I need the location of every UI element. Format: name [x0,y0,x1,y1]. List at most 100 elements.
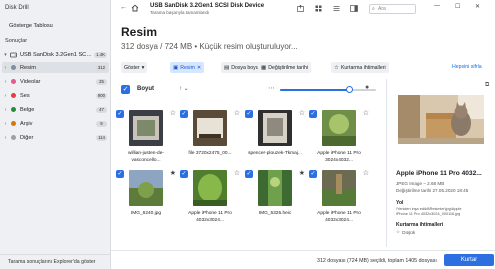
sidebar-item-label: Arşiv [20,120,33,127]
sidebar-item-device[interactable]: ▾ USB SanDisk 3.2Gen1 SCS... 1.4K [2,49,109,60]
sidebar-item-label: Gösterge Tablosu [9,22,53,29]
file-thumbnail[interactable] [193,170,227,206]
sort-direction-icon[interactable]: ↑ ⌄ [179,85,189,92]
other-icon [9,134,17,141]
search-input[interactable]: ⌕ Ara [369,4,416,14]
sidebar: Disk Drill Gösterge Tablosu Sonuçlar ▾ U… [0,0,111,269]
file-checkbox[interactable]: ✓ [245,110,253,118]
file-thumbnail[interactable] [129,170,163,206]
open-external-icon[interactable]: ⧉ [485,82,489,89]
preview-panel-icon[interactable] [349,4,359,13]
file-checkbox[interactable]: ✓ [245,170,253,178]
sidebar-item-dashboard[interactable]: Gösterge Tablosu [2,20,109,31]
preview-path: \Yeniden inşa edildi\Resimler\jpg\Apple [396,207,462,211]
file-checkbox[interactable]: ✓ [116,170,124,178]
maximize-icon[interactable]: ☐ [455,3,460,10]
slider-handle[interactable] [346,86,353,93]
sidebar-item-label: USB SanDisk 3.2Gen1 SCS... [20,51,95,58]
file-thumbnail[interactable] [193,110,227,146]
page-subtitle: 312 dosya / 724 MB • Küçük resim oluştur… [121,42,298,51]
file-name: willian-justen-de-vasconcello... [128,151,164,163]
chevron-right-icon[interactable]: › [2,79,9,85]
file-thumbnail[interactable] [129,110,163,146]
header: ← USB SanDisk 3.2Gen1 SCSI Disk Device T… [111,0,495,18]
count-badge: 9 [96,120,107,127]
audio-icon [9,92,17,99]
star-icon: ☆ [334,64,339,71]
file-name: IMG_6240.jpg [130,211,162,216]
grid-view-icon[interactable] [313,4,323,13]
star-icon[interactable]: ☆ [234,169,240,177]
file-checkbox[interactable]: ✓ [180,110,188,118]
filter-image[interactable]: ▣ Resim ✕ [170,62,205,73]
chevron-right-icon[interactable]: › [2,135,9,141]
file-checkbox[interactable]: ✓ [309,110,317,118]
sidebar-item-video[interactable]: › Videolar 25 [2,76,109,87]
back-icon[interactable]: ← [120,4,127,11]
sidebar-item-label: Belge [20,106,35,113]
count-badge: 900 [95,92,107,99]
star-icon[interactable]: ☆ [363,109,369,117]
select-all-checkbox[interactable]: ✓ [121,85,130,94]
chevron-right-icon[interactable]: › [2,93,9,99]
sidebar-item-label: Diğer [20,134,34,141]
list-view-icon[interactable] [331,4,341,13]
recover-button[interactable]: Kurtar [444,254,494,266]
sidebar-section-title: Sonuçlar [5,38,28,44]
minimize-icon[interactable]: — [434,3,440,9]
sidebar-item-other[interactable]: › Diğer 114 [2,132,109,143]
file-thumbnail[interactable] [322,110,356,146]
star-icon[interactable]: ☆ [299,109,305,117]
sidebar-item-document[interactable]: › Belge 47 [2,104,109,115]
file-thumbnail[interactable] [258,110,292,146]
file-name: Apple iPhone 11 Pro 4032x3024... [317,211,361,223]
sidebar-item-archive[interactable]: › Arşiv 9 [2,118,109,129]
reset-all-link[interactable]: Hepsini sifrla [452,64,482,70]
device-title: USB SanDisk 3.2Gen1 SCSI Disk Device [150,3,265,9]
document-icon [9,106,17,113]
home-icon[interactable] [131,4,139,14]
page-title: Resim [121,25,158,39]
file-checkbox[interactable]: ✓ [116,110,124,118]
zoom-out-icon[interactable]: ⋯ [268,84,275,92]
slider-fill [280,89,350,91]
export-icon[interactable] [295,4,305,13]
star-filled-icon[interactable]: ★ [299,169,305,177]
video-icon [9,78,17,85]
count-badge: 1.4K [94,51,107,58]
zoom-in-icon[interactable]: ● [365,84,369,91]
show-in-explorer-button[interactable]: Tarama sonuçlarını Explorer'da göster [0,254,111,269]
chevron-right-icon[interactable]: › [2,65,9,71]
star-icon[interactable]: ☆ [170,109,176,117]
search-placeholder: Ara [378,6,386,12]
chevron-down-icon[interactable]: ▾ [2,52,9,58]
preview-title: Apple iPhone 11 Pro 4032... [396,170,482,177]
clear-filter-icon[interactable]: ✕ [197,65,201,71]
low-chance-icon: ☆ [396,229,401,234]
selection-summary: 312 dosyası (724 MB) seçildi, toplam 140… [317,258,437,264]
sort-label[interactable]: Boyut [137,86,154,92]
preview-image [398,95,484,144]
preview-type: JPEG Image – 2.68 MB [396,181,445,186]
sidebar-item-audio[interactable]: › Ses 900 [2,90,109,101]
count-badge: 25 [96,78,107,85]
close-icon[interactable]: ✕ [475,3,480,10]
file-checkbox[interactable]: ✓ [180,170,188,178]
footer: 312 dosyası (724 MB) seçildi, toplam 140… [111,250,495,269]
recovery-chances-value: ☆ Düşük [396,229,415,235]
star-icon[interactable]: ☆ [363,169,369,177]
file-thumbnail[interactable] [322,170,356,206]
file-name: file 3720x2475_00... [188,151,232,156]
filter-calendar[interactable]: ▦ Değiştirilme tarihi [258,62,311,73]
file-checkbox[interactable]: ✓ [309,170,317,178]
chevron-right-icon[interactable]: › [2,121,9,127]
star-icon[interactable]: ☆ [234,109,240,117]
sidebar-item-label: Videolar [20,78,41,85]
sidebar-item-image[interactable]: › Resim 312 [2,62,109,73]
file-thumbnail[interactable] [258,170,292,206]
star-filled-icon[interactable]: ★ [170,169,176,177]
count-badge: 114 [96,134,107,141]
filter-star[interactable]: ☆ Kurtarma ihtimalleri [331,62,389,73]
filter-chevron-down[interactable]: Göster ▾ [121,62,148,73]
chevron-right-icon[interactable]: › [2,107,9,113]
